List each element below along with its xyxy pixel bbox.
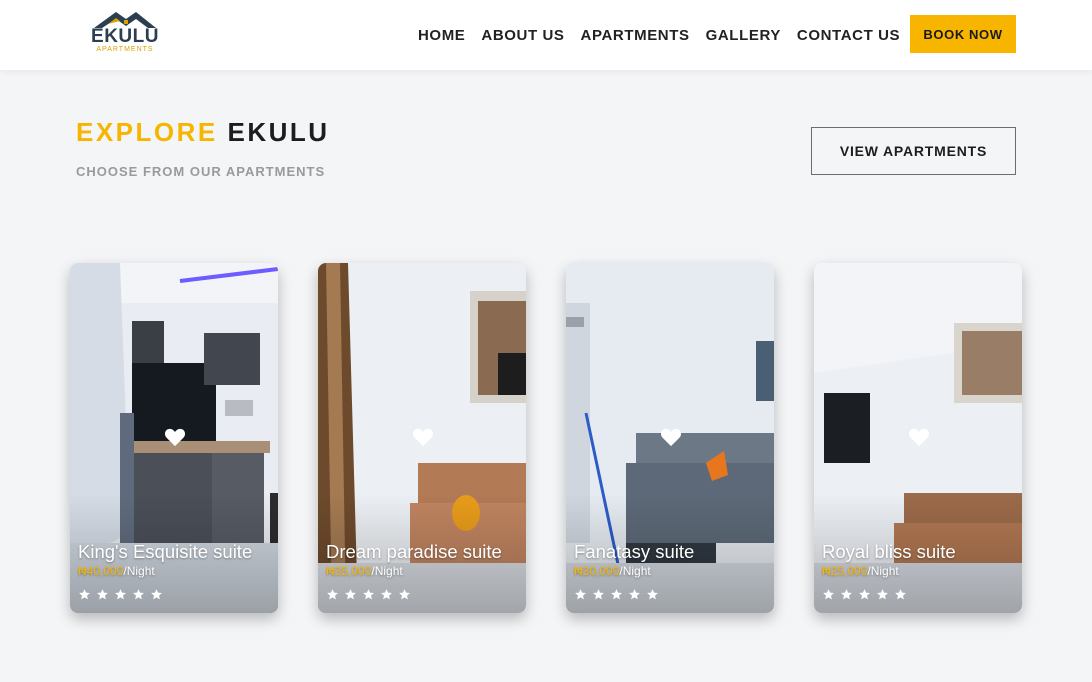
main-nav: HOME ABOUT US APARTMENTS GALLERY CONTACT…: [410, 0, 908, 70]
section-title: EXPLORE EKULU: [76, 117, 330, 148]
card-price-amount: ₦40,000: [78, 564, 124, 578]
star-icon: [593, 589, 604, 600]
card-price: ₦35,000/Night: [326, 564, 403, 578]
star-icon: [327, 589, 338, 600]
star-icon: [629, 589, 640, 600]
nav-home[interactable]: HOME: [418, 27, 465, 44]
section-title-accent: EXPLORE: [76, 117, 218, 147]
star-icon: [151, 589, 162, 600]
site-logo[interactable]: EKULU APARTMENTS: [76, 0, 174, 62]
star-icon: [363, 589, 374, 600]
card-price: ₦30,000/Night: [574, 564, 651, 578]
nav-gallery[interactable]: GALLERY: [706, 27, 781, 44]
star-icon: [611, 589, 622, 600]
section-subtitle: CHOOSE FROM OUR APARTMENTS: [76, 164, 326, 179]
nav-contact-us[interactable]: CONTACT US: [797, 27, 900, 44]
star-icon: [381, 589, 392, 600]
star-icon: [877, 589, 888, 600]
card-price-amount: ₦25,000: [822, 564, 868, 578]
star-icon: [575, 589, 586, 600]
card-price-amount: ₦35,000: [326, 564, 372, 578]
view-apartments-button[interactable]: VIEW APARTMENTS: [811, 127, 1016, 175]
card-price-unit: /Night: [371, 564, 403, 578]
apartment-card-dream-paradise[interactable]: Dream paradise suite ₦35,000/Night: [318, 263, 526, 613]
star-icon: [859, 589, 870, 600]
star-icon: [841, 589, 852, 600]
card-rating: [822, 588, 907, 601]
card-rating: [574, 588, 659, 601]
card-rating: [326, 588, 411, 601]
heart-icon[interactable]: [412, 427, 434, 447]
heart-icon[interactable]: [908, 427, 930, 447]
star-icon: [115, 589, 126, 600]
card-title: Dream paradise suite: [326, 541, 502, 562]
book-now-button[interactable]: BOOK NOW: [910, 15, 1016, 53]
card-title: Royal bliss suite: [822, 541, 956, 562]
card-price: ₦25,000/Night: [822, 564, 899, 578]
logo-subtitle: APARTMENTS: [96, 46, 154, 53]
card-rating: [78, 588, 163, 601]
card-title: King's Esquisite suite: [78, 541, 253, 562]
card-price: ₦40,000/Night: [78, 564, 155, 578]
star-icon: [647, 589, 658, 600]
star-icon: [345, 589, 356, 600]
star-icon: [399, 589, 410, 600]
card-price-amount: ₦30,000: [574, 564, 620, 578]
heart-icon[interactable]: [660, 427, 682, 447]
section-title-main: EKULU: [227, 117, 330, 147]
star-icon: [895, 589, 906, 600]
logo-wordmark: EKULU: [91, 26, 159, 47]
apartment-card-fanatasy[interactable]: Fanatasy suite ₦30,000/Night: [566, 263, 774, 613]
card-price-unit: /Night: [619, 564, 651, 578]
apartment-card-royal-bliss[interactable]: Royal bliss suite ₦25,000/Night: [814, 263, 1022, 613]
star-icon: [97, 589, 108, 600]
nav-apartments[interactable]: APARTMENTS: [581, 27, 690, 44]
card-title: Fanatasy suite: [574, 541, 695, 562]
site-header: EKULU APARTMENTS HOME ABOUT US APARTMENT…: [0, 0, 1092, 70]
apartment-card-kings-esquisite[interactable]: King's Esquisite suite ₦40,000/Night: [70, 263, 278, 613]
star-icon: [133, 589, 144, 600]
heart-icon[interactable]: [164, 427, 186, 447]
star-icon: [79, 589, 90, 600]
card-price-unit: /Night: [867, 564, 899, 578]
star-icon: [823, 589, 834, 600]
card-price-unit: /Night: [123, 564, 155, 578]
nav-about-us[interactable]: ABOUT US: [481, 27, 564, 44]
